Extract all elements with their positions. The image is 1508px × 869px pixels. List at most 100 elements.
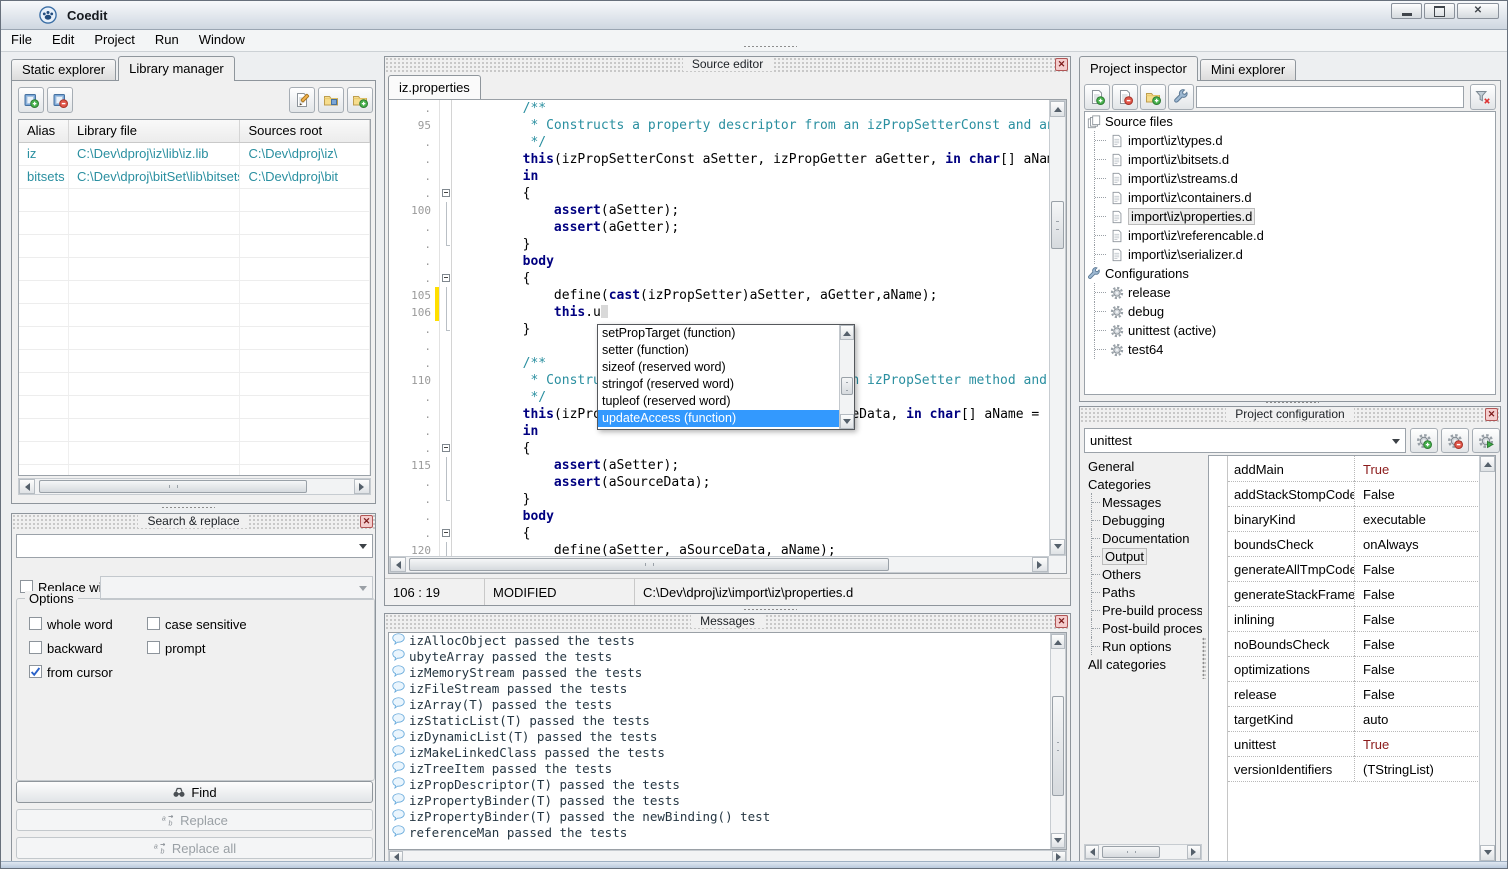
tab-mini-explorer[interactable]: Mini explorer [1200,59,1296,80]
clear-filter-button[interactable] [1470,84,1496,110]
category-item-general[interactable]: General [1084,457,1202,475]
find-button[interactable]: Find [16,781,373,803]
tab-project-inspector[interactable]: Project inspector [1079,56,1198,81]
scroll-left-icon[interactable] [390,557,406,572]
checkbox-whole-word[interactable] [29,617,42,630]
library-open-button[interactable] [318,87,344,113]
scrollbar-thumb[interactable] [39,480,307,493]
table-row-empty[interactable] [19,327,370,350]
close-icon[interactable]: ✕ [1055,58,1068,71]
popup-scrollbar[interactable] [839,325,854,429]
message-row[interactable]: izDynamicList(T) passed the tests [389,729,1066,745]
message-row[interactable]: izTreeItem passed the tests [389,761,1066,777]
checkbox-case-sensitive[interactable] [147,617,160,630]
splitter-grip[interactable] [743,45,797,49]
scroll-up-icon[interactable] [840,325,854,340]
property-value[interactable]: False [1355,581,1395,606]
configuration-select[interactable]: unittest [1084,428,1406,453]
code-line[interactable]: . assert(aSourceData); [389,474,1049,491]
code-line[interactable]: . */ [389,134,1049,151]
fold-collapse-icon[interactable] [442,529,450,537]
code-line[interactable]: . { [389,270,1049,287]
close-icon[interactable]: ✕ [1485,408,1498,421]
wrench-button[interactable] [1168,84,1194,110]
menu-item-project[interactable]: Project [84,30,144,49]
tree-item-file[interactable]: import\iz\containers.d [1085,188,1495,207]
tab-library-manager[interactable]: Library manager [118,56,235,81]
table-row-empty[interactable] [19,442,370,465]
tree-item-file[interactable]: import\iz\properties.d [1085,207,1495,226]
tree-item-configuration[interactable]: debug [1085,302,1495,321]
message-row[interactable]: izPropDescriptor(T) passed the tests [389,777,1066,793]
property-row-optimizations[interactable]: optimizationsFalse [1228,656,1478,682]
inspector-tree[interactable]: Source filesimport\iz\types.dimport\iz\b… [1084,111,1496,395]
completion-item[interactable]: stringof (reserved word) [598,376,839,393]
table-row-empty[interactable] [19,189,370,212]
tree-item-file[interactable]: import\iz\types.d [1085,131,1495,150]
scroll-right-icon[interactable] [354,479,370,494]
gear-remove-button[interactable] [1441,428,1469,453]
category-item-others[interactable]: Others [1084,565,1202,583]
message-row[interactable]: izPropertyBinder(T) passed the tests [389,793,1066,809]
category-item-pre-build-process[interactable]: Pre-build process [1084,601,1202,619]
code-line[interactable]: . body [389,253,1049,270]
property-row-generateAllTmpCode[interactable]: generateAllTmpCodeFalse [1228,556,1478,582]
property-value[interactable]: False [1355,631,1395,656]
code-line[interactable]: . } [389,491,1049,508]
table-row-empty[interactable] [19,212,370,235]
category-item-categories[interactable]: Categories [1084,475,1202,493]
editor-vscrollbar[interactable] [1049,100,1066,556]
property-row-noBoundsCheck[interactable]: noBoundsCheckFalse [1228,631,1478,657]
category-item-messages[interactable]: Messages [1084,493,1202,511]
property-row-binaryKind[interactable]: binaryKindexecutable [1228,506,1478,532]
scroll-down-icon[interactable] [1480,845,1495,861]
checkbox-backward[interactable] [29,641,42,654]
tree-item-file[interactable]: import\iz\referencable.d [1085,226,1495,245]
table-row-empty[interactable] [19,419,370,442]
code-line[interactable]: . assert(aGetter); [389,219,1049,236]
property-value[interactable]: (TStringList) [1355,756,1434,781]
message-row[interactable]: izPropertyBinder(T) passed the newBindin… [389,809,1066,825]
close-icon[interactable]: ✕ [1055,615,1068,628]
property-value[interactable]: True [1355,731,1389,756]
inspector-filter-input[interactable] [1196,86,1464,108]
splitter-grip[interactable] [1202,637,1206,679]
completion-item[interactable]: setter (function) [598,342,839,359]
completion-item[interactable]: sizeof (reserved word) [598,359,839,376]
folder-add-button[interactable] [1140,84,1166,110]
table-row-empty[interactable] [19,304,370,327]
file-add-button[interactable] [1084,84,1110,110]
tree-item-configuration[interactable]: unittest (active) [1085,321,1495,340]
table-row-empty[interactable] [19,350,370,373]
message-row[interactable]: izAllocObject passed the tests [389,633,1066,649]
tree-root-configurations[interactable]: Configurations [1085,264,1495,283]
messages-list[interactable]: izAllocObject passed the testsubyteArray… [388,632,1067,850]
library-add-button[interactable] [18,87,44,113]
message-row[interactable]: izArray(T) passed the tests [389,697,1066,713]
property-value[interactable]: False [1355,681,1395,706]
code-line[interactable]: 100 assert(aSetter); [389,202,1049,219]
library-table-hscrollbar[interactable] [18,478,371,495]
tree-item-file[interactable]: import\iz\bitsets.d [1085,150,1495,169]
message-row[interactable]: izMemoryStream passed the tests [389,665,1066,681]
menu-item-window[interactable]: Window [189,30,255,49]
category-item-debugging[interactable]: Debugging [1084,511,1202,529]
file-remove-button[interactable] [1112,84,1138,110]
code-line[interactable]: . } [389,236,1049,253]
property-row-boundsCheck[interactable]: boundsCheckonAlways [1228,531,1478,557]
column-header-sources-root[interactable]: Sources root [240,120,370,142]
property-value[interactable]: False [1355,606,1395,631]
fold-collapse-icon[interactable] [442,444,450,452]
minimize-button[interactable] [1391,3,1422,19]
code-line[interactable]: . { [389,185,1049,202]
completion-item[interactable]: updateAccess (function) [598,410,839,427]
table-row[interactable]: bitsetsC:\Dev\dproj\bitSet\lib\bitsets.l… [19,166,370,189]
code-line[interactable]: 95 * Constructs a property descriptor fr… [389,117,1049,134]
category-item-documentation[interactable]: Documentation [1084,529,1202,547]
tree-item-file[interactable]: import\iz\streams.d [1085,169,1495,188]
code-line[interactable]: . in [389,168,1049,185]
library-folder-add-button[interactable] [347,87,373,113]
replace-button[interactable]: abReplace [16,809,373,831]
scroll-down-icon[interactable] [840,414,854,429]
maximize-button[interactable] [1424,3,1455,19]
